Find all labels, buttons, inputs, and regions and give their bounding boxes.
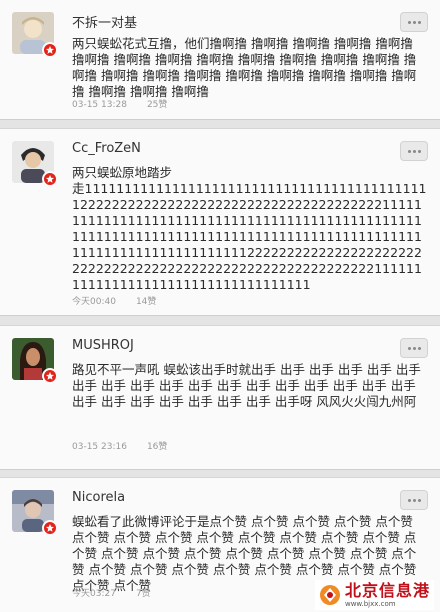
watermark-title: 北京信息港 [344, 581, 430, 600]
comment-time: 今天00:40 [72, 297, 116, 307]
avatar[interactable] [12, 141, 58, 187]
verified-badge-icon [42, 368, 58, 384]
comment-time: 03-15 23:16 [72, 442, 127, 452]
comment-text: 两只蜈蚣原地踏步 走111111111111111111111111111111… [72, 165, 427, 292]
comment-text: 两只蜈蚣花式互撸，他们撸啊撸 撸啊撸 撸啊撸 撸啊撸 撸啊撸 撸啊撸 撸啊撸 撸… [72, 36, 417, 99]
like-count[interactable]: 14赞 [136, 297, 156, 307]
comment-meta: 03-15 13:28 25赞 [72, 97, 167, 110]
comment-text: 路见不平一声吼 蜈蚣该出手时就出手 出手 出手 出手 出手 出手 出手 出手 出… [72, 362, 421, 409]
comment-time: 今天03:27 [72, 589, 116, 599]
watermark-logo-icon [319, 585, 340, 605]
more-options-icon[interactable] [400, 141, 428, 161]
verified-badge-icon [42, 520, 58, 536]
more-options-icon[interactable] [400, 12, 428, 32]
comment-meta: 今天00:40 14赞 [72, 294, 156, 307]
comment-list: 不拆一对基 两只蜈蚣花式互撸，他们撸啊撸 撸啊撸 撸啊撸 撸啊撸 撸啊撸 撸啊撸… [0, 0, 440, 612]
comment-meta: 今天03:27 7赞 [72, 586, 151, 599]
username[interactable]: 不拆一对基 [72, 12, 137, 31]
username[interactable]: Cc_FroZeN [72, 141, 141, 156]
avatar[interactable] [12, 12, 58, 58]
comment-card: 不拆一对基 两只蜈蚣花式互撸，他们撸啊撸 撸啊撸 撸啊撸 撸啊撸 撸啊撸 撸啊撸… [0, 0, 440, 120]
more-options-icon[interactable] [400, 490, 428, 510]
username[interactable]: MUSHROJ [72, 338, 134, 353]
verified-badge-icon [42, 171, 58, 187]
comment-time: 03-15 13:28 [72, 100, 127, 110]
watermark-url: www.bjxx.com [344, 600, 396, 608]
like-count[interactable]: 16赞 [147, 442, 167, 452]
comment-meta: 03-15 23:16 16赞 [72, 439, 167, 452]
avatar[interactable] [12, 490, 58, 536]
like-count[interactable]: 25赞 [147, 100, 167, 110]
comment-card: Cc_FroZeN 两只蜈蚣原地踏步 走11111111111111111111… [0, 128, 440, 316]
verified-badge-icon [42, 42, 58, 58]
avatar[interactable] [12, 338, 58, 384]
username[interactable]: Nicorela [72, 490, 125, 505]
more-options-icon[interactable] [400, 338, 428, 358]
watermark: 北京信息港 www.bjxx.com [314, 580, 434, 610]
comment-card: MUSHROJ 路见不平一声吼 蜈蚣该出手时就出手 出手 出手 出手 出手 出手… [0, 325, 440, 470]
like-count[interactable]: 7赞 [136, 589, 151, 599]
